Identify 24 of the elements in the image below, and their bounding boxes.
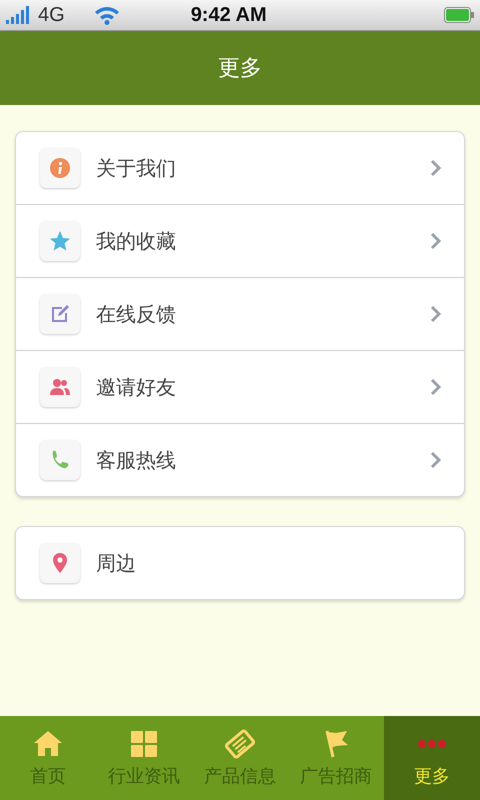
menu-item[interactable]: 周边: [16, 527, 464, 599]
newspaper-icon: [224, 728, 256, 760]
status-time: 9:42 AM: [190, 4, 267, 26]
battery-icon: [444, 7, 474, 23]
carrier-label: 4G: [38, 4, 65, 26]
header-title: 更多: [218, 55, 262, 83]
menu-item[interactable]: 我的收藏: [16, 204, 464, 277]
menu-label: 邀请好友: [96, 374, 177, 400]
tab[interactable]: 更多: [384, 716, 480, 800]
menu-label: 周边: [96, 550, 137, 576]
wifi-icon: [92, 5, 121, 25]
menu-label: 关于我们: [96, 154, 177, 182]
grid-icon: [128, 728, 160, 760]
menu-item[interactable]: 客服热线: [16, 423, 464, 496]
menu-item[interactable]: 在线反馈: [16, 277, 464, 350]
more-dots-icon: [418, 740, 446, 748]
menu-label: 客服热线: [96, 446, 177, 474]
star-icon: [48, 229, 72, 253]
menu-label: 我的收藏: [96, 228, 177, 254]
menu-item[interactable]: 关于我们: [16, 132, 464, 204]
info-icon: [48, 156, 72, 180]
signal-icon: [6, 6, 32, 24]
menu-label: 在线反馈: [96, 300, 177, 328]
menu-item[interactable]: 邀请好友: [16, 350, 464, 423]
